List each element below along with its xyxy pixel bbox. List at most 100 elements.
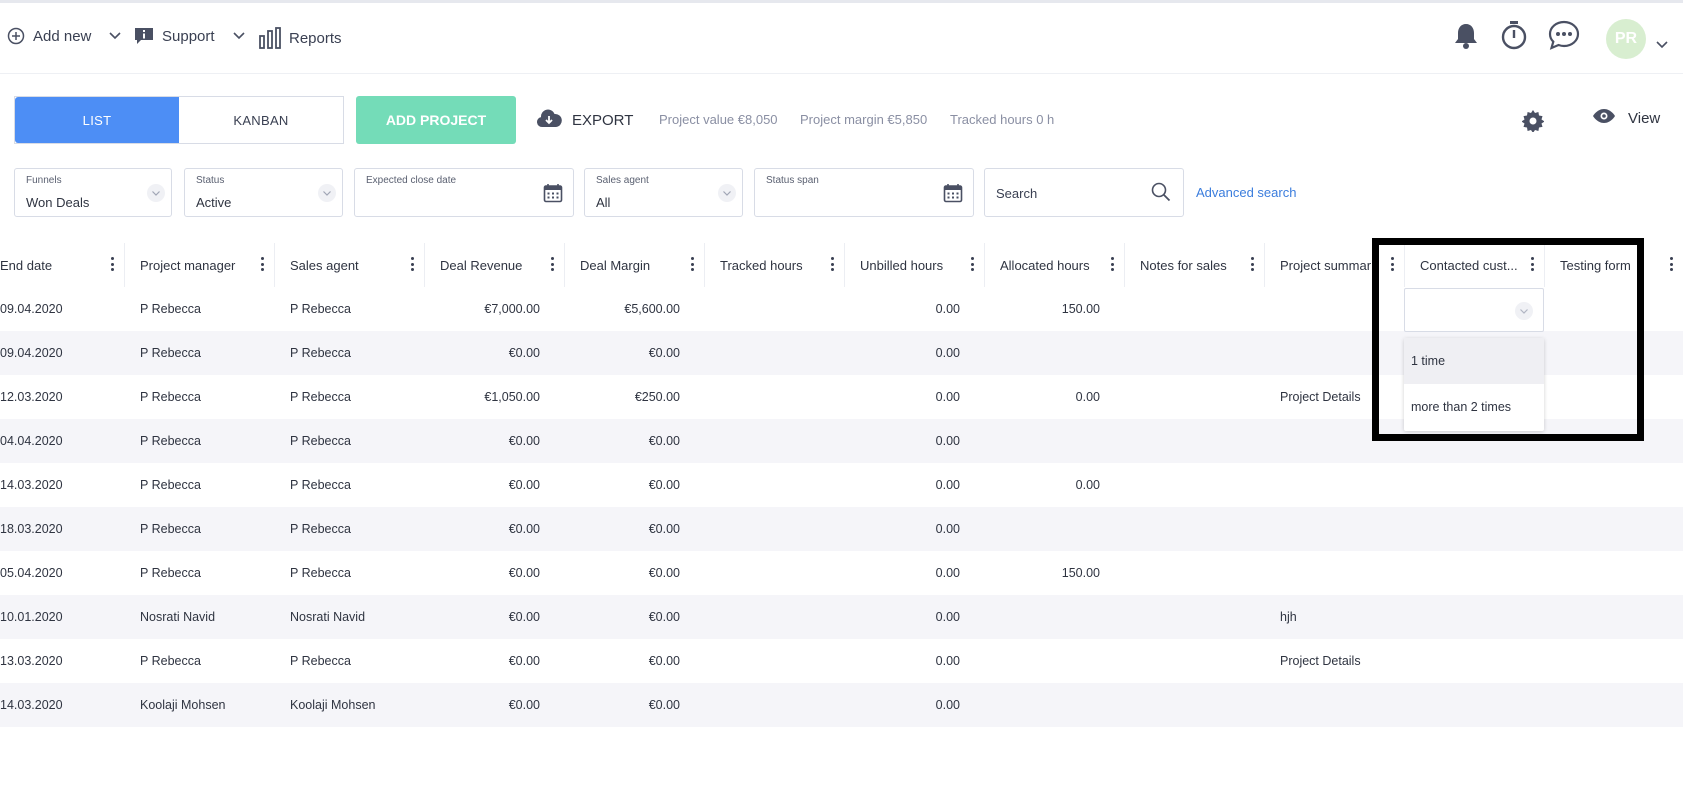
column-menu-icon[interactable] xyxy=(1667,257,1675,273)
cell-deal-revenue: €0.00 xyxy=(508,434,540,448)
column-divider[interactable] xyxy=(984,243,985,287)
column-header-contacted-customer[interactable]: Contacted cust... xyxy=(1420,243,1520,287)
support-menu[interactable]: Support xyxy=(134,27,245,45)
cell-deal-revenue: €0.00 xyxy=(508,478,540,492)
column-menu-icon[interactable] xyxy=(1388,257,1396,273)
table-row[interactable]: 14.03.2020 P Rebecca P Rebecca €0.00 €0.00 0.… xyxy=(0,463,1683,507)
view-button[interactable]: View xyxy=(1592,108,1660,128)
cell-allocated-hours: 150.00 xyxy=(1061,302,1100,316)
contacted-customer-select[interactable] xyxy=(1404,288,1544,332)
column-header-end-date[interactable]: End date xyxy=(0,243,100,287)
cell-end-date: 09.04.2020 xyxy=(0,302,63,316)
sales-agent-value: All xyxy=(596,195,611,210)
column-header-deal-margin[interactable]: Deal Margin xyxy=(580,243,680,287)
cell-unbilled-hours: 0.00 xyxy=(935,522,960,536)
column-menu-icon[interactable] xyxy=(1248,257,1256,273)
column-header-notes-for-sales[interactable]: Notes for sales xyxy=(1140,243,1240,287)
cell-tracked-hours xyxy=(704,331,820,375)
column-divider[interactable] xyxy=(704,243,705,287)
column-header-allocated-hours[interactable]: Allocated hours xyxy=(1000,243,1100,287)
tracked-hours-stat: Tracked hours 0 h xyxy=(950,112,1055,127)
cell-tracked-hours xyxy=(704,551,820,595)
table-row[interactable]: 05.04.2020 P Rebecca P Rebecca €0.00 €0.00 0.… xyxy=(0,551,1683,595)
cell-project-manager: P Rebecca xyxy=(140,478,201,492)
status-select[interactable]: Status Active xyxy=(184,168,343,217)
search-field[interactable] xyxy=(984,168,1184,217)
column-menu-icon[interactable] xyxy=(108,257,116,273)
column-header-testing-form[interactable]: Testing form xyxy=(1560,243,1659,287)
cell-unbilled-hours: 0.00 xyxy=(935,654,960,668)
column-divider[interactable] xyxy=(1124,243,1125,287)
eye-icon xyxy=(1592,108,1616,128)
sales-agent-select[interactable]: Sales agent All xyxy=(584,168,743,217)
export-label: EXPORT xyxy=(572,111,634,129)
column-divider[interactable] xyxy=(844,243,845,287)
column-menu-icon[interactable] xyxy=(688,257,696,273)
column-divider[interactable] xyxy=(1404,243,1405,287)
avatar[interactable]: PR xyxy=(1606,19,1646,59)
cell-end-date: 13.03.2020 xyxy=(0,654,63,668)
gear-icon[interactable] xyxy=(1521,110,1545,137)
add-new-menu[interactable]: Add new xyxy=(7,27,121,45)
chevron-down-icon[interactable] xyxy=(1656,36,1668,54)
column-menu-icon[interactable] xyxy=(828,257,836,273)
sales-agent-label: Sales agent xyxy=(596,175,649,186)
search-input[interactable] xyxy=(996,182,1146,204)
table-row[interactable]: 10.01.2020 Nosrati Navid Nosrati Navid €0.0… xyxy=(0,595,1683,639)
table-row[interactable]: 18.03.2020 P Rebecca P Rebecca €0.00 €0.00 0.… xyxy=(0,507,1683,551)
dropdown-option[interactable]: more than 2 times xyxy=(1404,384,1544,430)
table-row[interactable]: 13.03.2020 P Rebecca P Rebecca €0.00 €0.00 0.… xyxy=(0,639,1683,683)
cell-tracked-hours xyxy=(704,507,820,551)
column-menu-icon[interactable] xyxy=(548,257,556,273)
status-label: Status xyxy=(196,175,225,186)
view-mode-toggle: LIST KANBAN xyxy=(14,96,344,144)
calendar-icon[interactable] xyxy=(943,183,963,208)
stopwatch-icon[interactable] xyxy=(1500,20,1528,55)
column-header-project-manager[interactable]: Project manager xyxy=(140,243,250,287)
column-menu-icon[interactable] xyxy=(1108,257,1116,273)
calendar-icon[interactable] xyxy=(543,183,563,208)
list-view-button[interactable]: LIST xyxy=(15,97,179,143)
dropdown-option[interactable]: 1 time xyxy=(1404,338,1544,384)
column-divider[interactable] xyxy=(124,243,125,287)
column-menu-icon[interactable] xyxy=(258,257,266,273)
cell-tracked-hours xyxy=(704,463,820,507)
column-menu-icon[interactable] xyxy=(408,257,416,273)
funnels-select[interactable]: Funnels Won Deals xyxy=(14,168,172,217)
column-header-deal-revenue[interactable]: Deal Revenue xyxy=(440,243,540,287)
chat-icon[interactable] xyxy=(1548,20,1580,55)
reports-label: Reports xyxy=(289,29,342,47)
cell-tracked-hours xyxy=(704,287,820,331)
kanban-view-button[interactable]: KANBAN xyxy=(179,97,343,143)
avatar-initials: PR xyxy=(1614,30,1638,47)
cell-tracked-hours xyxy=(704,419,820,463)
export-button[interactable]: EXPORT xyxy=(536,108,633,132)
cell-contacted-customer xyxy=(1420,683,1536,727)
contacted-customer-menu: 1 time more than 2 times xyxy=(1404,338,1544,431)
column-divider[interactable] xyxy=(564,243,565,287)
add-project-button[interactable]: ADD PROJECT xyxy=(356,96,516,144)
advanced-search-link[interactable]: Advanced search xyxy=(1196,185,1296,200)
reports-link[interactable]: Reports xyxy=(259,27,342,49)
search-icon[interactable] xyxy=(1151,182,1171,207)
column-divider[interactable] xyxy=(274,243,275,287)
column-header-sales-agent[interactable]: Sales agent xyxy=(290,243,400,287)
column-menu-icon[interactable] xyxy=(1528,257,1536,273)
table-row[interactable]: 14.03.2020 Koolaji Mohsen Koolaji Mohsen €0… xyxy=(0,683,1683,727)
table-header: End date Project manager Sales agent Deal R… xyxy=(0,243,1683,287)
column-divider[interactable] xyxy=(1544,243,1545,287)
column-divider[interactable] xyxy=(1264,243,1265,287)
column-divider[interactable] xyxy=(424,243,425,287)
status-span-field[interactable]: Status span xyxy=(754,168,974,217)
column-header-tracked-hours[interactable]: Tracked hours xyxy=(720,243,820,287)
bell-icon[interactable] xyxy=(1453,22,1479,55)
column-header-unbilled-hours[interactable]: Unbilled hours xyxy=(860,243,960,287)
cell-project-summary xyxy=(1280,331,1396,375)
column-header-project-summary[interactable]: Project summar xyxy=(1280,243,1380,287)
column-menu-icon[interactable] xyxy=(968,257,976,273)
cell-unbilled-hours: 0.00 xyxy=(935,478,960,492)
cell-notes-for-sales xyxy=(1140,375,1256,419)
cell-unbilled-hours: 0.00 xyxy=(935,698,960,712)
cell-project-manager: P Rebecca xyxy=(140,654,201,668)
expected-close-date-field[interactable]: Expected close date xyxy=(354,168,574,217)
